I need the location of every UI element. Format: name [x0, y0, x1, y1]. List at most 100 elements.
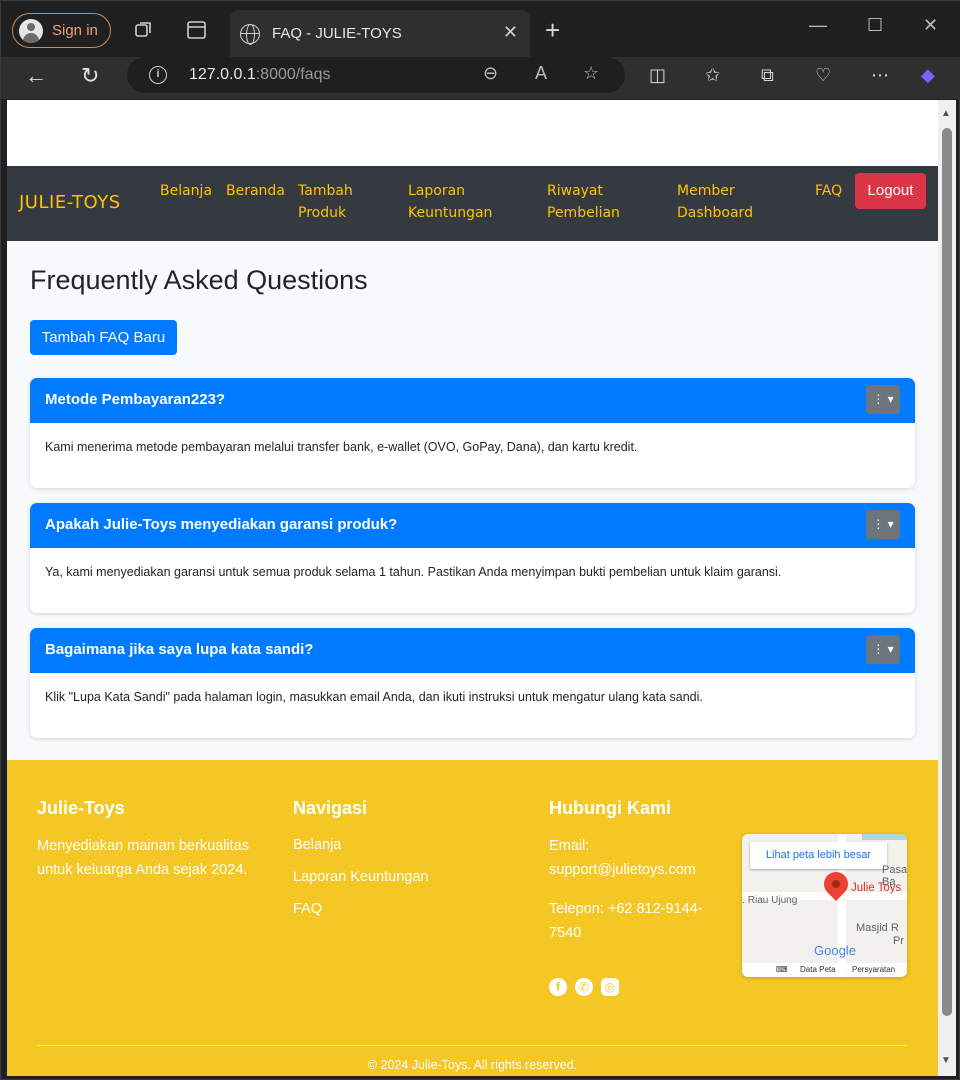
- page-viewport: JULIE-TOYS Belanja Beranda Tambah Produk …: [7, 100, 938, 1076]
- back-icon[interactable]: ←: [25, 63, 47, 89]
- nav-label: Member: [677, 183, 735, 199]
- zoom-icon[interactable]: ⊖: [483, 63, 498, 84]
- nav-link-riwayat-pembelian[interactable]: Riwayat Pembelian: [547, 180, 620, 224]
- facebook-icon[interactable]: f: [549, 978, 567, 996]
- map-data-label[interactable]: Data Peta: [800, 965, 836, 974]
- scroll-up-icon[interactable]: ▲: [941, 108, 951, 119]
- faq-card: Bagaimana jika saya lupa kata sandi? ⋮ ▾…: [30, 628, 915, 738]
- minimize-icon[interactable]: —: [809, 15, 827, 36]
- footer-phone: Telepon: +62 812-9144- 7540: [549, 897, 703, 945]
- scroll-down-icon[interactable]: ▼: [941, 1055, 951, 1066]
- map-label-riau: l. Riau Ujung: [742, 895, 798, 906]
- read-aloud-icon[interactable]: A: [535, 63, 547, 84]
- phone-line: 7540: [549, 925, 582, 941]
- faq-answer: Kami menerima metode pembayaran melalui …: [45, 440, 638, 454]
- kebab-icon: ⋮ ▾: [872, 392, 894, 406]
- url-text: 127.0.0.1:8000/faqs: [189, 66, 330, 84]
- collections-icon[interactable]: ⧉: [761, 65, 774, 86]
- site-navbar: JULIE-TOYS Belanja Beranda Tambah Produk …: [7, 166, 938, 241]
- nav-label: FAQ: [815, 183, 843, 199]
- refresh-icon[interactable]: ↻: [81, 63, 99, 89]
- more-options-icon[interactable]: ⋯: [871, 65, 889, 86]
- footer-link-belanja[interactable]: Belanja: [293, 833, 341, 857]
- embedded-map[interactable]: Lihat peta lebih besar Pasar Ba Julie To…: [742, 834, 907, 977]
- scrollbar-thumb[interactable]: [942, 128, 952, 1016]
- faq-card: Metode Pembayaran223? ⋮ ▾ Kami menerima …: [30, 378, 915, 488]
- google-logo: Google: [814, 943, 856, 958]
- page-scrollbar[interactable]: ▲ ▼: [938, 100, 956, 1076]
- nav-link-beranda[interactable]: Beranda: [226, 180, 285, 202]
- footer-link-laporan[interactable]: Laporan Keuntungan: [293, 865, 428, 889]
- faq-actions-dropdown[interactable]: ⋮ ▾: [866, 510, 900, 539]
- footer-nav-title: Navigasi: [293, 798, 368, 818]
- faq-answer: Ya, kami menyediakan garansi untuk semua…: [45, 565, 782, 579]
- faq-card-header: Bagaimana jika saya lupa kata sandi? ⋮ ▾: [30, 628, 915, 673]
- faq-actions-dropdown[interactable]: ⋮ ▾: [866, 635, 900, 664]
- nav-link-tambah-produk[interactable]: Tambah Produk: [298, 180, 353, 224]
- maximize-icon[interactable]: ☐: [867, 15, 883, 36]
- nav-link-belanja[interactable]: Belanja: [160, 180, 212, 202]
- address-bar[interactable]: i 127.0.0.1:8000/faqs ⊖ A ☆: [127, 57, 625, 93]
- nav-label: Tambah: [298, 183, 353, 199]
- footer-about-title: Julie-Toys: [37, 798, 125, 818]
- nav-label: Belanja: [160, 183, 213, 199]
- faq-answer: Klik "Lupa Kata Sandi" pada halaman logi…: [45, 690, 703, 704]
- about-line: Menyediakan mainan berkualitas: [37, 838, 249, 854]
- browser-window: Sign in FAQ - JULIE-TOYS ✕ + — ☐ ✕ ← ↻ i…: [0, 0, 960, 1080]
- url-host: 127.0.0.1: [189, 66, 256, 83]
- nav-label: Dashboard: [677, 205, 753, 221]
- sign-in-label: Sign in: [52, 22, 98, 39]
- site-info-icon[interactable]: i: [149, 66, 167, 84]
- close-tab-icon[interactable]: ✕: [503, 22, 518, 43]
- tab-actions-icon[interactable]: [186, 19, 208, 41]
- phone-line: Telepon: +62 812-9144-: [549, 901, 703, 917]
- nav-label: Riwayat: [547, 183, 603, 199]
- nav-label: Produk: [298, 205, 347, 221]
- map-river: [862, 834, 907, 840]
- nav-label: Keuntungan: [408, 205, 493, 221]
- workspaces-icon[interactable]: [133, 19, 155, 41]
- email-label: Email:: [549, 838, 590, 854]
- site-footer: Julie-Toys Menyediakan mainan berkualita…: [7, 760, 938, 1076]
- map-terms-link[interactable]: Persyaratan: [852, 965, 895, 974]
- footer-divider: [37, 1045, 907, 1046]
- browser-essentials-icon[interactable]: ♡: [815, 65, 831, 86]
- nav-link-laporan-keuntungan[interactable]: Laporan Keuntungan: [408, 180, 492, 224]
- faq-question: Metode Pembayaran223?: [45, 391, 226, 408]
- footer-link-faq[interactable]: FAQ: [293, 897, 322, 921]
- sign-in-button[interactable]: Sign in: [12, 13, 111, 48]
- about-line: untuk keluarga Anda sejak 2024.: [37, 862, 248, 878]
- faq-card: Apakah Julie-Toys menyediakan garansi pr…: [30, 503, 915, 613]
- add-faq-button[interactable]: Tambah FAQ Baru: [30, 320, 177, 355]
- new-tab-icon[interactable]: +: [545, 15, 560, 46]
- copilot-icon[interactable]: ◆: [921, 65, 935, 86]
- split-screen-icon[interactable]: ◫: [649, 65, 666, 86]
- top-spacer: [7, 100, 938, 166]
- tab-bar: Sign in FAQ - JULIE-TOYS ✕ + — ☐ ✕: [1, 1, 960, 57]
- nav-label: Laporan: [408, 183, 466, 199]
- favorite-star-icon[interactable]: ☆: [583, 63, 599, 84]
- keyboard-icon[interactable]: ⌨: [776, 965, 788, 974]
- nav-link-faq[interactable]: FAQ: [815, 180, 842, 202]
- favorites-icon[interactable]: ✩: [705, 65, 720, 86]
- faq-card-header: Metode Pembayaran223? ⋮ ▾: [30, 378, 915, 423]
- nav-link-member-dashboard[interactable]: Member Dashboard: [677, 180, 753, 224]
- map-footer: ⌨ Data Peta Persyaratan: [742, 963, 907, 977]
- active-tab[interactable]: FAQ - JULIE-TOYS ✕: [230, 10, 530, 57]
- brand-logo[interactable]: JULIE-TOYS: [19, 192, 121, 213]
- faq-question: Bagaimana jika saya lupa kata sandi?: [45, 641, 314, 658]
- profile-icon: [19, 18, 43, 43]
- email-value: support@julietoys.com: [549, 862, 696, 878]
- whatsapp-icon[interactable]: ✆: [575, 978, 593, 996]
- globe-icon: [240, 23, 260, 45]
- view-larger-map-link[interactable]: Lihat peta lebih besar: [750, 842, 887, 869]
- close-window-icon[interactable]: ✕: [923, 15, 938, 36]
- footer-email: Email: support@julietoys.com: [549, 834, 696, 882]
- page-title: Frequently Asked Questions: [30, 265, 368, 295]
- logout-button[interactable]: Logout: [855, 173, 926, 209]
- footer-about-text: Menyediakan mainan berkualitas untuk kel…: [37, 834, 249, 882]
- instagram-icon[interactable]: ◎: [601, 978, 619, 996]
- url-path: :8000/faqs: [255, 66, 331, 83]
- footer-contact-title: Hubungi Kami: [549, 798, 671, 818]
- faq-actions-dropdown[interactable]: ⋮ ▾: [866, 385, 900, 414]
